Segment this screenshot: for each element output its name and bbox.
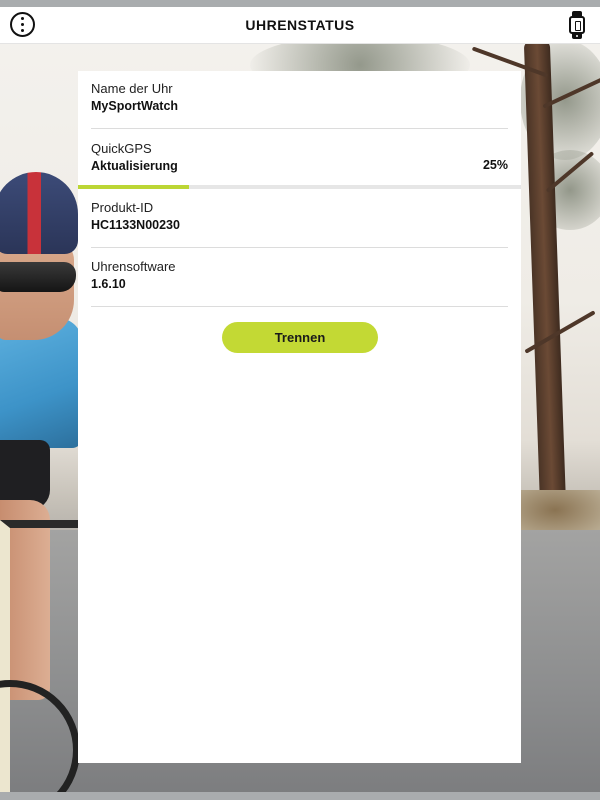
info-row-quickgps: QuickGPS Aktualisierung 25% [91, 141, 508, 187]
info-row-product-id: Produkt-ID HC1133N00230 [91, 200, 508, 248]
quickgps-status-value: Aktualisierung [91, 159, 178, 173]
product-id-value: HC1133N00230 [91, 218, 180, 232]
software-version-value: 1.6.10 [91, 277, 126, 291]
top-bar: UHRENSTATUS [0, 0, 600, 44]
cyclist-image [0, 0, 82, 800]
quickgps-progress-bar [78, 185, 521, 189]
quickgps-percent: 25% [482, 158, 508, 172]
status-strip [0, 0, 600, 7]
watch-name-label: Name der Uhr [91, 81, 173, 96]
more-options-icon[interactable] [10, 12, 35, 37]
software-label: Uhrensoftware [91, 259, 176, 274]
app-screen: UHRENSTATUS Name der Uhr MySportWatch Qu… [0, 0, 600, 800]
watch-name-value: MySportWatch [91, 99, 179, 113]
info-row-software: Uhrensoftware 1.6.10 [91, 259, 508, 307]
quickgps-progress-fill [78, 185, 189, 189]
quickgps-label: QuickGPS [91, 141, 152, 156]
bottom-strip [0, 792, 600, 800]
watch-icon[interactable] [568, 11, 586, 39]
info-row-watch-name: Name der Uhr MySportWatch [91, 81, 508, 129]
disconnect-button[interactable]: Trennen [222, 322, 378, 353]
watch-status-panel: Name der Uhr MySportWatch QuickGPS Aktua… [78, 71, 521, 763]
product-id-label: Produkt-ID [91, 200, 154, 215]
page-title: UHRENSTATUS [245, 16, 355, 33]
